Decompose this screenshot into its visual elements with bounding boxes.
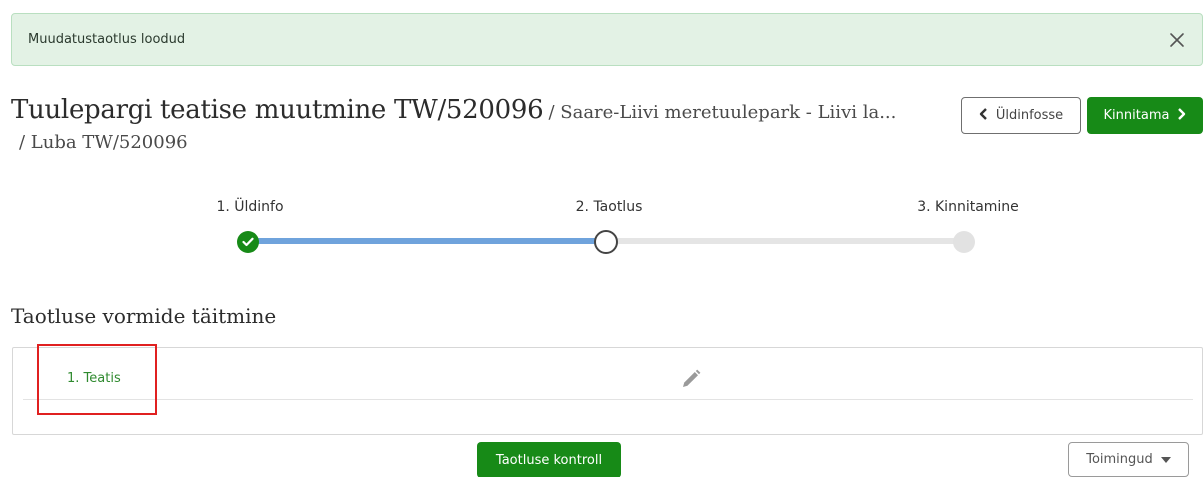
step-label-application: 2. Taotlus [575,199,643,215]
section-title: Taotluse vormide täitmine [11,304,277,328]
back-button-label: Üldinfosse [995,108,1064,123]
pencil-icon[interactable] [680,368,702,390]
page-title-main: Tuulepargi teatise muutmine TW/520096 [11,95,544,125]
confirm-button-label: Kinnitama [1103,108,1170,123]
forms-list: 1. Teatis [12,347,1203,435]
alert-message: Muudatustaotlus loodud [28,32,186,47]
close-icon[interactable] [1164,27,1190,53]
list-item: 1. Teatis [23,354,1193,400]
page-title: Tuulepargi teatise muutmine TW/520096 / … [11,95,911,153]
success-alert: Muudatustaotlus loodud [11,13,1203,66]
step-pending-dot[interactable] [953,231,975,253]
page: Muudatustaotlus loodud Tuulepargi teatis… [0,0,1203,477]
caret-down-icon [1160,452,1171,467]
confirm-button[interactable]: Kinnitama [1087,97,1203,134]
chevron-right-icon [1177,107,1186,124]
back-to-general-info-button[interactable]: Üldinfosse [961,97,1081,134]
application-check-button[interactable]: Taotluse kontroll [477,442,621,477]
breadcrumb-park: / Saare-Liivi meretuulepark - Liivi la..… [548,102,897,123]
step-current-dot[interactable] [594,230,618,254]
step-label-confirmation: 3. Kinnitamine [917,199,1019,215]
progress-fill [248,238,605,244]
actions-dropdown-label: Toimingud [1086,452,1153,467]
step-done-check-icon[interactable] [237,231,259,253]
breadcrumb-permit: / Luba TW/520096 [19,132,188,153]
chevron-left-icon [979,107,988,124]
highlight-box [37,344,157,415]
actions-dropdown[interactable]: Toimingud [1068,442,1189,477]
step-label-general-info: 1. Üldinfo [216,199,284,215]
